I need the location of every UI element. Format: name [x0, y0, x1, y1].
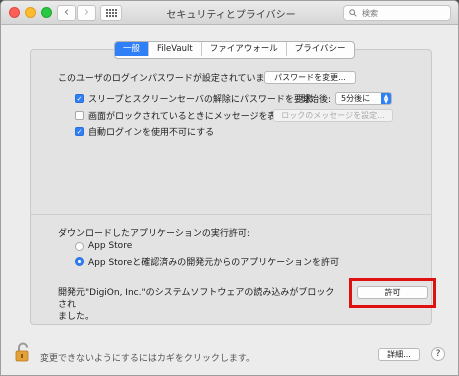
zoom-window-button[interactable]: [41, 7, 52, 18]
tab-privacy[interactable]: プライバシー: [287, 42, 354, 56]
back-button[interactable]: ‹: [57, 5, 76, 21]
preferences-window: ‹ › セキュリティとプライバシー 一般 FileVault ファイアウォール: [0, 0, 459, 376]
window-title: セキュリティとプライバシー: [166, 10, 296, 21]
tab-filevault[interactable]: FileVault: [149, 42, 202, 56]
password-status-text: このユーザのログインパスワードが設定されています: [58, 74, 274, 84]
show-message-label: 画面がロックされているときにメッセージを表示: [88, 112, 286, 122]
disable-autologin-checkbox[interactable]: ✓: [75, 127, 84, 136]
require-password-row: ✓ スリープとスクリーンセーバの解除にパスワードを要求: [75, 92, 312, 105]
require-password-checkbox[interactable]: ✓: [75, 94, 84, 103]
search-icon: [349, 9, 357, 17]
downloads-heading: ダウンロードしたアプリケーションの実行許可:: [58, 229, 250, 239]
help-button[interactable]: ?: [431, 347, 445, 361]
lock-text-row: 変更できないようにするにはカギをクリックします。: [40, 351, 255, 364]
highlight-box: [349, 278, 436, 308]
downloads-heading-row: ダウンロードしたアプリケーションの実行許可:: [58, 226, 250, 239]
appstore-devs-option-row: App Storeと確認済みの開発元からのアプリケーションを許可: [75, 255, 339, 268]
tab-bar: 一般 FileVault ファイアウォール プライバシー: [114, 41, 355, 59]
appstore-option-row: App Store: [75, 241, 132, 251]
blocked-message: 開発元"DigiOn, Inc."のシステムソフトウェアの読み込みがブロックされ…: [58, 287, 338, 323]
tab-firewall[interactable]: ファイアウォール: [202, 42, 287, 56]
chevron-left-icon: ‹: [63, 5, 70, 20]
appstore-radio[interactable]: [75, 241, 84, 251]
advanced-button[interactable]: 詳細...: [378, 348, 420, 361]
lock-message-row: ロックのメッセージを設定...: [273, 109, 393, 122]
change-password-button[interactable]: パスワードを変更...: [264, 71, 356, 84]
start-after-select[interactable]: 5分後に ▲ ▼: [335, 92, 393, 105]
grid-icon: [105, 9, 117, 17]
autologin-row: ✓ 自動ログインを使用不可にする: [75, 125, 214, 138]
blocked-message-line1: 開発元"DigiOn, Inc."のシステムソフトウェアの読み込みがブロックされ: [58, 288, 335, 310]
lock-text: 変更できないようにするにはカギをクリックします。: [40, 354, 256, 364]
change-password-row: パスワードを変更...: [264, 71, 356, 84]
show-message-checkbox[interactable]: [75, 111, 84, 120]
appstore-devs-label: App Storeと確認済みの開発元からのアプリケーションを許可: [88, 258, 340, 268]
title-bar: ‹ › セキュリティとプライバシー: [1, 1, 458, 25]
lock-button[interactable]: [15, 342, 31, 365]
blocked-message-line2: ました。: [58, 312, 95, 322]
section-divider: [30, 214, 432, 215]
show-all-button[interactable]: [100, 5, 122, 21]
chevron-right-icon: ›: [83, 5, 90, 20]
disable-autologin-label: 自動ログインを使用不可にする: [88, 128, 215, 138]
password-row: このユーザのログインパスワードが設定されています: [58, 71, 274, 84]
show-message-row: 画面がロックされているときにメッセージを表示: [75, 109, 286, 122]
search-input[interactable]: [360, 7, 444, 19]
advanced-row: 詳細...: [378, 348, 420, 361]
chevron-updown-icon: ▲ ▼: [381, 93, 392, 104]
appstore-devs-radio[interactable]: [75, 257, 84, 266]
forward-button[interactable]: ›: [77, 5, 96, 21]
appstore-label: App Store: [88, 241, 133, 251]
tab-general[interactable]: 一般: [115, 42, 150, 56]
close-window-button[interactable]: [9, 7, 20, 18]
lock-icon: [15, 342, 29, 362]
minimize-window-button[interactable]: [25, 7, 36, 18]
start-after-value: 5分後に: [341, 94, 371, 103]
start-after-row: 開始後: 5分後に ▲ ▼: [301, 92, 393, 105]
start-after-label: 開始後:: [301, 95, 332, 105]
search-field[interactable]: [343, 5, 451, 21]
require-password-label: スリープとスクリーンセーバの解除にパスワードを要求: [88, 95, 312, 105]
set-lock-message-button[interactable]: ロックのメッセージを設定...: [273, 109, 393, 122]
